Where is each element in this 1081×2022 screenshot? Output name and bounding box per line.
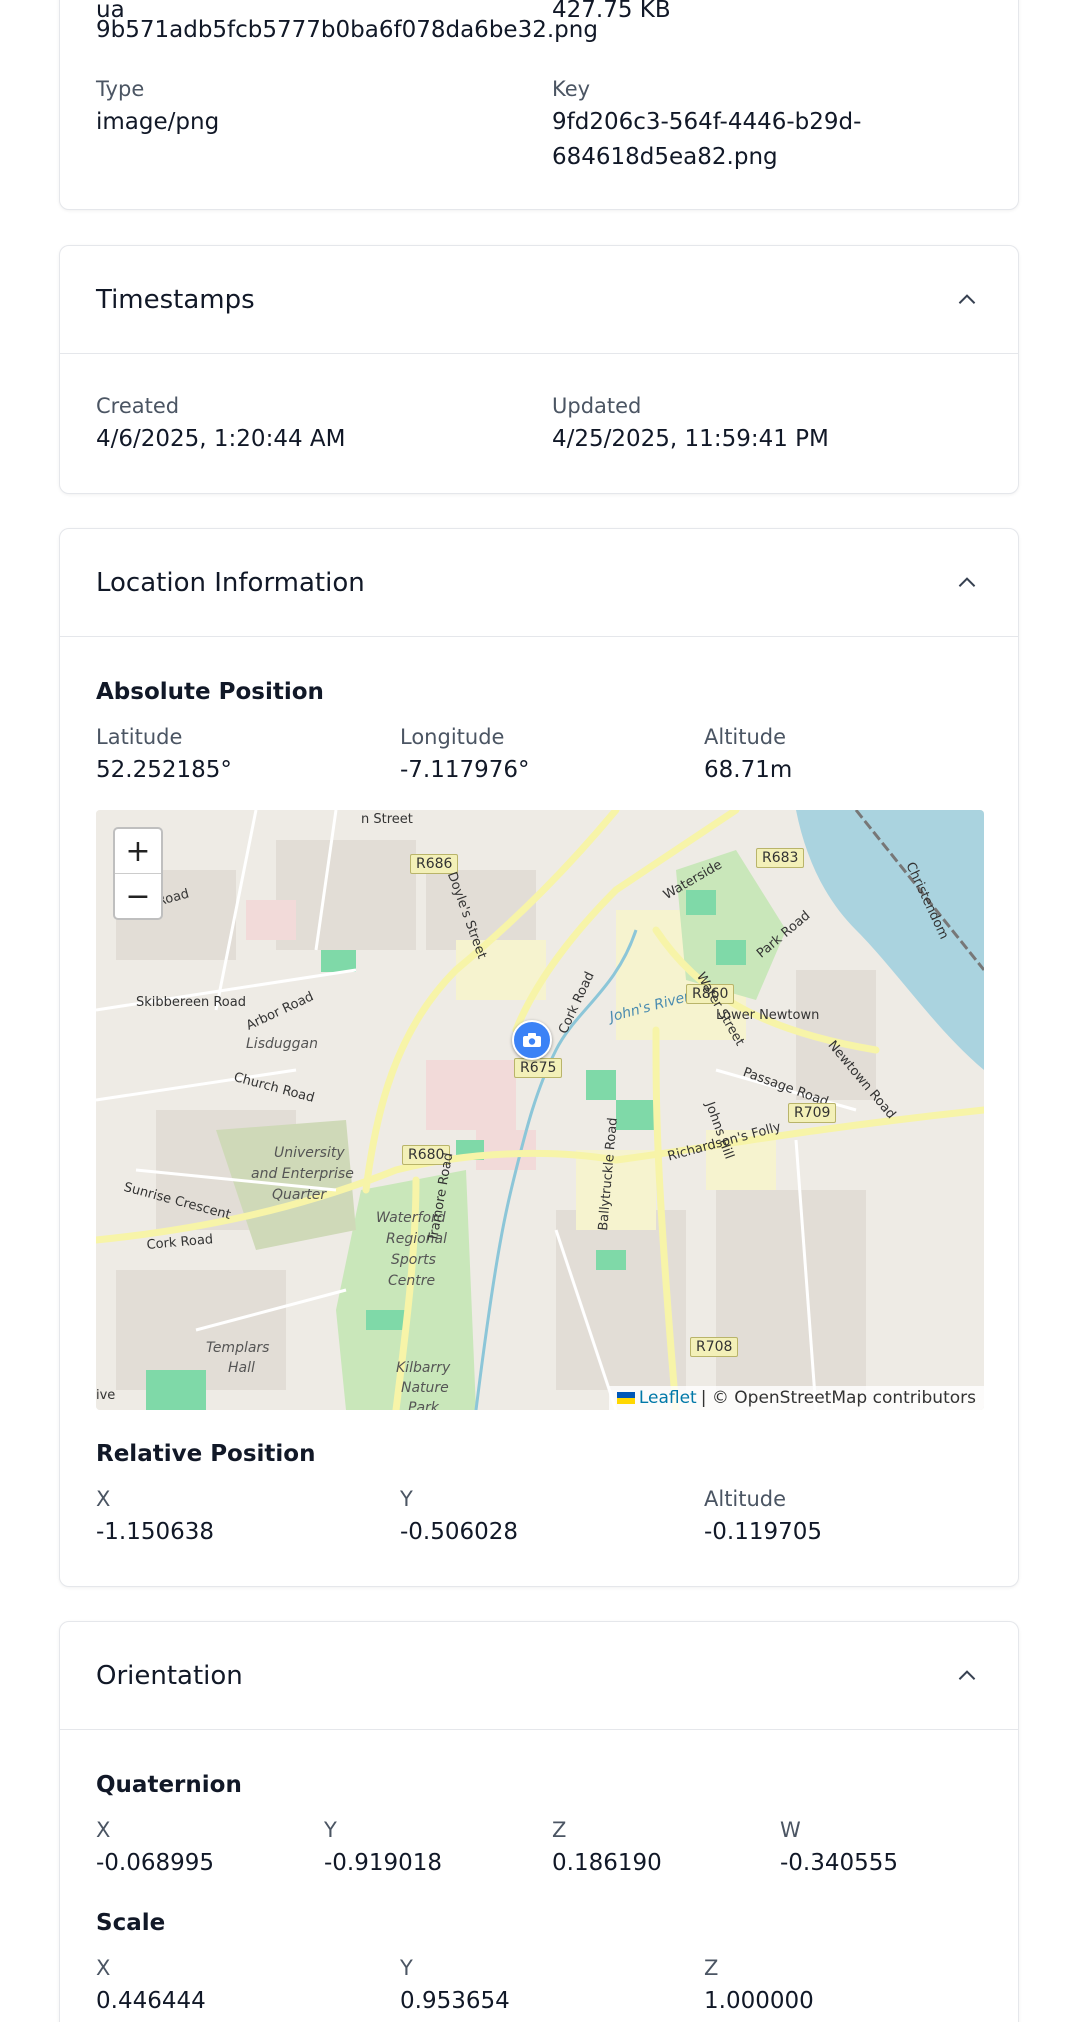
map-label-kilbarry1: Kilbarry (396, 1360, 451, 1376)
map-label-r709: R709 (788, 1103, 837, 1123)
relative-position-title: Relative Position (96, 1441, 316, 1467)
quat-y-label: Y (324, 1818, 337, 1842)
quat-w-label: W (780, 1818, 801, 1842)
leaflet-link[interactable]: Leaflet (639, 1388, 697, 1408)
rel-y-value: -0.506028 (400, 1519, 519, 1545)
page: ua 427.75 KB 9b571adb5fcb5777b0ba6f078da… (0, 0, 1081, 2022)
camera-marker-icon[interactable] (512, 1020, 552, 1060)
map-label-templars2: Hall (228, 1360, 255, 1376)
file-info-card: ua 427.75 KB 9b571adb5fcb5777b0ba6f078da… (59, 0, 1019, 210)
map-label-university1: University (274, 1145, 345, 1161)
map-label-kilbarry2: Nature (401, 1380, 449, 1396)
altitude-label: Altitude (704, 725, 787, 749)
location-title: Location Information (96, 567, 365, 598)
chevron-up-icon[interactable] (952, 568, 982, 598)
map-label-r708: R708 (690, 1337, 739, 1357)
quat-x-value: -0.068995 (96, 1850, 215, 1876)
map-label-lower-newtown: Lower Newtown (716, 1008, 820, 1023)
map-label-skibbereen: Skibbereen Road (136, 995, 246, 1010)
orientation-header[interactable]: Orientation (60, 1622, 1018, 1730)
scale-title: Scale (96, 1910, 166, 1936)
absolute-position-title: Absolute Position (96, 679, 324, 705)
scale-x-value: 0.446444 (96, 1988, 206, 2014)
chevron-up-icon[interactable] (952, 1661, 982, 1691)
created-label: Created (96, 394, 180, 418)
key-value-line1: 9fd206c3-564f-4446-b29d- (552, 109, 862, 135)
map-label-r686: R686 (410, 854, 459, 874)
filename-value: 9b571adb5fcb5777b0ba6f078da6be32.png (96, 17, 598, 43)
rel-y-label: Y (400, 1487, 413, 1511)
map-attribution: Leaflet | © OpenStreetMap contributors (608, 1386, 984, 1410)
quat-z-value: 0.186190 (552, 1850, 662, 1876)
scale-x-label: X (96, 1956, 111, 1980)
chevron-up-icon[interactable] (952, 285, 982, 315)
timestamps-header[interactable]: Timestamps (60, 246, 1018, 354)
key-value-line2: 684618d5ea82.png (552, 144, 778, 170)
rel-altitude-value: -0.119705 (704, 1519, 823, 1545)
orientation-card: Orientation Quaternion X -0.068995 Y -0.… (59, 1621, 1019, 2022)
map-label-kilbarry3: Park (408, 1400, 439, 1410)
map-label-waterford3: Sports (391, 1252, 436, 1268)
map-label-university2: and Enterprise (251, 1166, 354, 1182)
longitude-label: Longitude (400, 725, 505, 749)
key-label: Key (552, 77, 591, 101)
quaternion-title: Quaternion (96, 1772, 242, 1798)
updated-value: 4/25/2025, 11:59:41 PM (552, 426, 829, 452)
zoom-in-button[interactable]: + (115, 829, 161, 873)
location-header[interactable]: Location Information (60, 529, 1018, 637)
location-card: Location Information Absolute Position L… (59, 528, 1019, 1587)
scale-y-label: Y (400, 1956, 413, 1980)
rel-altitude-label: Altitude (704, 1487, 787, 1511)
type-value: image/png (96, 109, 220, 135)
map-label-waterford4: Centre (388, 1273, 436, 1289)
rel-x-value: -1.150638 (96, 1519, 215, 1545)
map-tiles (96, 810, 984, 1410)
zoom-out-button[interactable]: − (115, 873, 161, 918)
zoom-controls: + − (113, 827, 163, 920)
rel-x-label: X (96, 1487, 111, 1511)
latitude-value: 52.252185° (96, 757, 232, 783)
orientation-title: Orientation (96, 1660, 243, 1691)
timestamps-card: Timestamps Created 4/6/2025, 1:20:44 AM … (59, 245, 1019, 494)
attribution-text: | © OpenStreetMap contributors (700, 1388, 976, 1408)
map-label-ive: ive (96, 1388, 116, 1403)
map-label-university3: Quarter (272, 1187, 327, 1203)
map-label-street-top: n Street (361, 812, 413, 827)
map-label-r675: R675 (514, 1058, 563, 1078)
latitude-label: Latitude (96, 725, 183, 749)
map-label-lisduggan: Lisduggan (246, 1036, 318, 1052)
updated-label: Updated (552, 394, 642, 418)
type-label: Type (96, 77, 145, 101)
ukraine-flag-icon (616, 1392, 635, 1404)
quat-w-value: -0.340555 (780, 1850, 899, 1876)
map-label-templars1: Templars (206, 1340, 270, 1356)
quat-y-value: -0.919018 (324, 1850, 443, 1876)
map-label-r683: R683 (756, 848, 805, 868)
scale-z-value: 1.000000 (704, 1988, 814, 2014)
quat-z-label: Z (552, 1818, 567, 1842)
longitude-value: -7.117976° (400, 757, 530, 783)
quat-x-label: X (96, 1818, 111, 1842)
timestamps-title: Timestamps (96, 284, 255, 315)
scale-z-label: Z (704, 1956, 719, 1980)
scale-y-value: 0.953654 (400, 1988, 510, 2014)
altitude-value: 68.71m (704, 757, 793, 783)
created-value: 4/6/2025, 1:20:44 AM (96, 426, 346, 452)
location-map[interactable]: n Street R686 Doyle's Street R683 Christendo… (96, 810, 984, 1410)
